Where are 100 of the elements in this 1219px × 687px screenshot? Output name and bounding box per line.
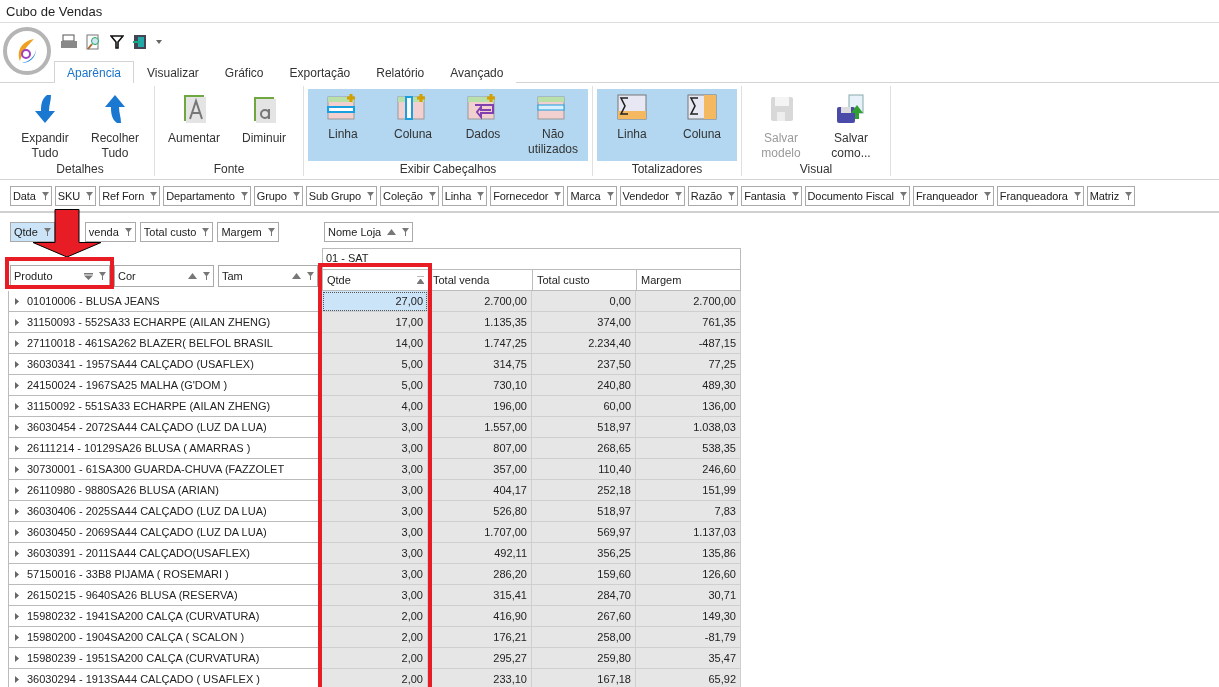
exit-door-icon[interactable] xyxy=(132,33,148,50)
field-label: Coleção xyxy=(383,190,423,202)
dropdown-caret-icon[interactable] xyxy=(156,39,162,44)
table-cell: 3,00 xyxy=(322,543,428,564)
table-cell: 3,00 xyxy=(322,417,428,438)
column-header[interactable]: Qtde xyxy=(322,269,428,291)
field-label: Franqueador xyxy=(915,190,978,202)
expand-triangle-icon[interactable] xyxy=(15,486,20,494)
product-label: 36030391 - 2011SA44 CALÇADO(USAFLEX) xyxy=(27,547,250,559)
product-label: 57150016 - 33B8 PIJAMA ( ROSEMARI ) xyxy=(27,568,229,580)
filter-field-chip[interactable]: SKU xyxy=(54,186,97,206)
row-field-chip[interactable]: Produto xyxy=(10,265,110,287)
field-label: Nome Loja xyxy=(328,226,382,238)
filter-field-chip[interactable]: Linha xyxy=(441,186,488,206)
expand-triangle-icon[interactable] xyxy=(15,591,20,599)
table-cell: 2,00 xyxy=(322,606,428,627)
filter-field-chip[interactable]: Fornecedor xyxy=(490,186,565,206)
column-header[interactable]: Margem xyxy=(636,269,741,291)
filter-field-chip[interactable]: Sub Grupo xyxy=(305,186,378,206)
table-cell: 126,60 xyxy=(636,564,741,585)
ribbon-button[interactable]: Expandir Tudo xyxy=(10,89,80,161)
expand-triangle-icon[interactable] xyxy=(15,381,20,389)
field-label: Tam xyxy=(222,270,243,282)
filter-field-chip[interactable]: Matriz xyxy=(1086,186,1136,206)
table-cell: 237,50 xyxy=(532,354,636,375)
table-cell: 136,00 xyxy=(636,396,741,417)
expand-triangle-icon[interactable] xyxy=(15,507,20,515)
ribbon-button[interactable]: Coluna xyxy=(378,89,448,161)
expand-triangle-icon[interactable] xyxy=(15,423,20,431)
ribbon-tab[interactable]: Aparência xyxy=(54,61,135,83)
product-label: 24150024 - 1967SA25 MALHA (G'DOM ) xyxy=(27,379,228,391)
field-label: SKU xyxy=(57,190,81,202)
filter-field-chip[interactable]: Documento Fiscal xyxy=(804,186,910,206)
filter-field-chip[interactable]: Franqueadora xyxy=(996,186,1084,206)
product-label: 36030406 - 2025SA44 CALÇADO (LUZ DA LUA) xyxy=(27,505,267,517)
expand-triangle-icon[interactable] xyxy=(15,549,20,557)
data-field-chip[interactable]: Qtde xyxy=(10,222,55,242)
filter-field-chip[interactable]: Vendedor xyxy=(619,186,685,206)
sort-ascending-icon[interactable] xyxy=(292,273,301,279)
printer-icon[interactable] xyxy=(60,33,78,50)
product-label: 15980200 - 1904SA200 CALÇA ( SCALON ) xyxy=(27,631,245,643)
table-cell: -81,79 xyxy=(636,627,741,648)
product-label: 30730001 - 61SA300 GUARDA-CHUVA (FAZZOLET xyxy=(27,463,285,475)
ribbon-button[interactable]: Aumentar xyxy=(159,89,229,161)
column-header[interactable]: Total custo xyxy=(532,269,636,291)
print-preview-icon[interactable] xyxy=(86,33,102,50)
expand-triangle-icon[interactable] xyxy=(15,360,20,368)
filter-field-chip[interactable]: Marca xyxy=(567,186,617,206)
table-cell: 569,97 xyxy=(532,522,636,543)
app-logo-icon[interactable] xyxy=(3,27,51,75)
sum-grid-icon xyxy=(686,93,718,121)
data-field-chip[interactable]: Margem xyxy=(217,222,279,242)
table-cell: 60,00 xyxy=(532,396,636,417)
table-cell: 259,80 xyxy=(532,648,636,669)
filter-field-chip[interactable]: Fantasia xyxy=(741,186,802,206)
field-label: Fantasia xyxy=(744,190,786,202)
filter-field-chip[interactable]: Grupo xyxy=(253,186,303,206)
ribbon-button[interactable]: Coluna xyxy=(667,89,737,161)
product-label: 26110980 - 9880SA26 BLUSA (ARIAN) xyxy=(27,484,219,496)
expand-triangle-icon[interactable] xyxy=(15,402,20,410)
ribbon-button[interactable]: Recolher Tudo xyxy=(80,89,150,161)
filter-field-chip[interactable]: Departamento xyxy=(163,186,251,206)
sort-ascending-icon[interactable] xyxy=(387,229,397,235)
ribbon-button[interactable]: Linha xyxy=(597,89,667,161)
filter-field-chip[interactable]: Franqueador xyxy=(912,186,994,206)
column-field-chip[interactable]: Nome Loja xyxy=(324,222,414,242)
data-field-chip[interactable]: Total custo xyxy=(139,222,214,242)
sort-ascending-icon[interactable] xyxy=(188,273,197,279)
row-field-chip[interactable]: Tam xyxy=(218,265,318,287)
expand-triangle-icon[interactable] xyxy=(15,633,20,641)
ribbon-group-label: Detalhes xyxy=(56,161,104,176)
table-cell: 4,00 xyxy=(322,396,428,417)
ribbon-button[interactable]: Linha xyxy=(308,89,378,161)
filter-icon[interactable] xyxy=(110,34,124,49)
expand-triangle-icon[interactable] xyxy=(15,675,20,683)
expand-triangle-icon[interactable] xyxy=(15,612,20,620)
sort-descending-icon[interactable] xyxy=(84,272,93,280)
filter-field-chip[interactable]: Coleção xyxy=(380,186,439,206)
expand-triangle-icon[interactable] xyxy=(15,528,20,536)
data-field-chip[interactable]: venda xyxy=(84,222,136,242)
ribbon-button[interactable]: Não utilizados xyxy=(518,89,588,161)
filter-field-chip[interactable]: Data xyxy=(10,186,52,206)
expand-triangle-icon[interactable] xyxy=(15,654,20,662)
filter-field-chip[interactable]: Ref Forn xyxy=(99,186,161,206)
row-field-chip[interactable]: Cor xyxy=(114,265,214,287)
expand-triangle-icon[interactable] xyxy=(15,339,20,347)
product-label: 36030454 - 2072SA44 CALÇADO (LUZ DA LUA) xyxy=(27,421,267,433)
field-label: Qtde xyxy=(14,226,38,238)
filter-field-chip[interactable]: Razão xyxy=(687,186,739,206)
expand-triangle-icon[interactable] xyxy=(15,318,20,326)
expand-triangle-icon[interactable] xyxy=(15,297,20,305)
field-label: Total custo xyxy=(143,226,197,238)
expand-triangle-icon[interactable] xyxy=(15,570,20,578)
field-label: Grupo xyxy=(256,190,287,202)
product-label: 26150215 - 9640SA26 BLUSA (RESERVA) xyxy=(27,589,238,601)
expand-triangle-icon[interactable] xyxy=(15,444,20,452)
ribbon-button[interactable]: Diminuir xyxy=(229,89,299,161)
ribbon-button[interactable]: Dados xyxy=(448,89,518,161)
ribbon-button[interactable]: Salvar como... xyxy=(816,89,886,161)
expand-triangle-icon[interactable] xyxy=(15,465,20,473)
